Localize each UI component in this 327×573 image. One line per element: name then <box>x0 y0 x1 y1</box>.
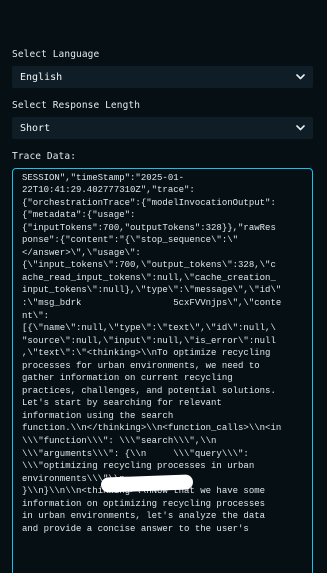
trace-line: function.\\n</thinking>\\n<function_call… <box>22 423 282 434</box>
trace-line: Let's start by searching for relevant <box>22 398 222 409</box>
language-selected-value: English <box>20 71 63 83</box>
trace-line: \\\"optimizing recycling processes in ur… <box>22 461 255 472</box>
trace-line: nt\": <box>22 310 50 321</box>
trace-line: {"metadata":{"usage": <box>22 210 136 221</box>
trace-line: information using the search <box>22 410 174 421</box>
trace-line: processes for urban environments, we nee… <box>22 360 260 371</box>
trace-line: {"inputTokens":700,"outputTokens":328}},… <box>22 222 276 233</box>
redaction-mark <box>100 474 194 493</box>
trace-line: in urban environments, let's analyze the… <box>22 511 266 522</box>
trace-line: and provide a concise answer to the user… <box>22 523 249 534</box>
trace-line: practices, challenges, and potential sol… <box>22 385 276 396</box>
trace-line: information on optimizing recycling proc… <box>22 498 266 509</box>
trace-line: ,\"text\":\"<thinking>\\nTo optimize rec… <box>22 348 271 359</box>
trace-line: gather information on current recycling <box>22 373 233 384</box>
language-select[interactable]: English <box>12 66 313 88</box>
trace-line: :\"msg_bdrk 5cxFVVnjps\",\"conte <box>22 298 282 309</box>
trace-line: [{\"name\":null,\"type\":\"text\",\"id\"… <box>22 323 276 334</box>
trace-line: ache_read_input_tokens\":null,\"cache_cr… <box>22 272 276 283</box>
settings-panel: Select Language English Select Response … <box>0 0 327 573</box>
trace-line: ponse":{"content":"{\"stop_sequence\":\" <box>22 235 239 246</box>
response-length-selected-value: Short <box>20 122 51 134</box>
trace-line: \\\"function\\\": \\\"search\\\",\\n <box>22 436 217 447</box>
trace-line: 22T10:41:29.402777310Z","trace": <box>22 185 195 196</box>
response-length-select[interactable]: Short <box>12 117 313 139</box>
trace-line: input_tokens\":null},\"type\":\"message\… <box>22 285 282 296</box>
trace-line: "source\":null,\"input\":null,\"is_error… <box>22 335 276 346</box>
chevron-down-icon <box>296 124 305 133</box>
trace-line: {\"input_tokens\":700,\"output_tokens\":… <box>22 260 276 271</box>
trace-line: </answer>\",\"usage\": <box>22 247 141 258</box>
trace-data-label: Trace Data: <box>12 151 77 162</box>
chevron-down-icon <box>296 73 305 82</box>
response-length-label: Select Response Length <box>12 100 141 111</box>
trace-line: SESSION","timeStamp":"2025-01- <box>22 172 185 183</box>
trace-line: \\\"arguments\\\": {\\n \\\"query\\\": <box>22 448 249 459</box>
trace-line: {"orchestrationTrace":{"modelInvocationO… <box>22 197 276 208</box>
language-label: Select Language <box>12 49 100 60</box>
trace-data-textarea[interactable]: 22T10:41:29.402777310Z","sessionId":"NEU… <box>12 168 313 573</box>
